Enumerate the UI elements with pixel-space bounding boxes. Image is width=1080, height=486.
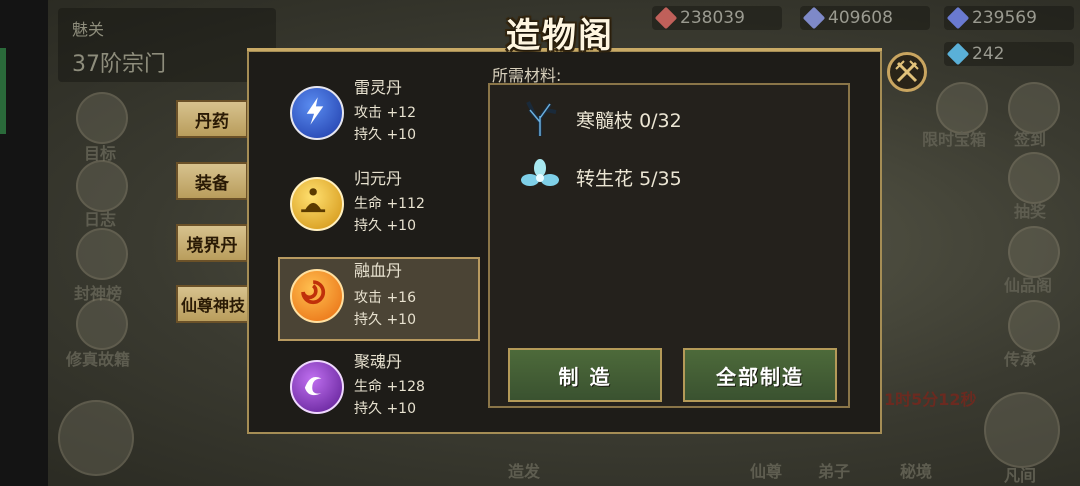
red-gem-icon <box>654 6 678 30</box>
disciple-label: 弟子 <box>818 462 851 481</box>
shop-button[interactable] <box>1008 226 1060 278</box>
material-name: 转生花 5/35 <box>576 164 682 191</box>
close-button[interactable] <box>887 52 927 92</box>
diamond-icon <box>946 42 970 66</box>
timer-text: 1时5分12秒 <box>884 390 977 409</box>
create-label: 造发 <box>508 462 541 481</box>
screen-edge <box>0 0 48 486</box>
material-name-text: 寒髓枝 <box>576 110 634 132</box>
books-label: 修真故籍 <box>66 350 131 369</box>
item-stat: 持久 +10 <box>354 401 416 417</box>
resource-value: 242 <box>972 44 1005 64</box>
item-name: 归元丹 <box>354 169 403 188</box>
resource-value: 239569 <box>972 8 1037 28</box>
realm-value: 37阶宗门 <box>72 52 166 77</box>
material-count: 0/32 <box>639 110 682 132</box>
item-stat: 生命 +128 <box>354 379 425 395</box>
screen-edge-accent <box>0 48 6 134</box>
material-name-text: 转生花 <box>576 168 634 190</box>
soul-orb-icon <box>290 360 344 414</box>
rebirth-flower-icon <box>518 156 562 196</box>
log-label: 日志 <box>84 210 117 229</box>
goal-button[interactable] <box>76 92 128 144</box>
item-stat: 攻击 +16 <box>354 290 416 306</box>
checkin-label: 签到 <box>1014 130 1047 149</box>
material-name: 寒髓枝 0/32 <box>576 106 682 133</box>
resource-counter: 242 <box>944 42 1074 66</box>
shop-label: 仙品阁 <box>1004 276 1053 295</box>
tab-realm-pills[interactable]: 境界丹 <box>176 224 248 262</box>
meditation-orb-icon <box>290 177 344 231</box>
item-list[interactable]: 雷灵丹 攻击 +12 持久 +10 归元丹 生命 +112 持久 +10 融血丹… <box>278 62 482 418</box>
item-stat: 生命 +112 <box>354 196 425 212</box>
list-item[interactable]: 聚魂丹 生命 +128 持久 +10 <box>278 348 480 418</box>
realm-label: 魅关 <box>72 20 105 39</box>
inherit-label: 传承 <box>1004 350 1037 369</box>
resource-counter: 409608 <box>800 6 930 30</box>
resource-value: 409608 <box>828 8 893 28</box>
list-item[interactable]: 雷灵丹 攻击 +12 持久 +10 <box>278 74 480 158</box>
lightning-orb-icon <box>290 86 344 140</box>
realm-panel: 魅关 37阶宗门 <box>58 8 276 82</box>
mortal-world-button[interactable] <box>984 392 1060 468</box>
item-stat: 持久 +10 <box>354 127 416 143</box>
item-stat: 持久 +10 <box>354 218 416 234</box>
mortal-world-label: 凡间 <box>1004 466 1037 485</box>
tab-pills[interactable]: 丹药 <box>176 100 248 138</box>
craft-button[interactable]: 制 造 <box>508 348 662 402</box>
log-button[interactable] <box>76 160 128 212</box>
item-name: 融血丹 <box>354 261 403 280</box>
lottery-label: 抽奖 <box>1014 202 1047 221</box>
material-count: 5/35 <box>639 168 682 190</box>
craft-all-button[interactable]: 全部制造 <box>683 348 837 402</box>
swirl-orb-icon <box>290 269 344 323</box>
timed-chest-label: 限时宝箱 <box>922 130 987 149</box>
list-item-selected[interactable]: 融血丹 攻击 +16 持久 +10 <box>278 257 480 341</box>
item-name: 雷灵丹 <box>354 78 403 97</box>
ranking-button[interactable] <box>76 228 128 280</box>
books-button[interactable] <box>76 298 128 350</box>
tab-equipment[interactable]: 装备 <box>176 162 248 200</box>
tab-immortal-skills[interactable]: 仙尊神技 <box>176 285 250 323</box>
blue-gem-icon <box>802 6 826 30</box>
inherit-button[interactable] <box>1008 300 1060 352</box>
item-stat: 攻击 +12 <box>354 105 416 121</box>
crystal-icon <box>946 6 970 30</box>
modal-title: 造物阁 <box>506 16 614 56</box>
list-item[interactable]: 归元丹 生命 +112 持久 +10 <box>278 165 480 249</box>
bottom-left-button[interactable] <box>58 400 134 476</box>
immortal-label: 仙尊 <box>750 462 783 481</box>
crossed-swords-close-icon <box>895 60 919 83</box>
secret-realm-label: 秘境 <box>900 462 933 481</box>
frost-branch-icon <box>518 98 562 138</box>
resource-counter: 239569 <box>944 6 1074 30</box>
lottery-button[interactable] <box>1008 152 1060 204</box>
item-stat: 持久 +10 <box>354 312 416 328</box>
resource-counter: 238039 <box>652 6 782 30</box>
item-name: 聚魂丹 <box>354 352 403 371</box>
resource-value: 238039 <box>680 8 745 28</box>
